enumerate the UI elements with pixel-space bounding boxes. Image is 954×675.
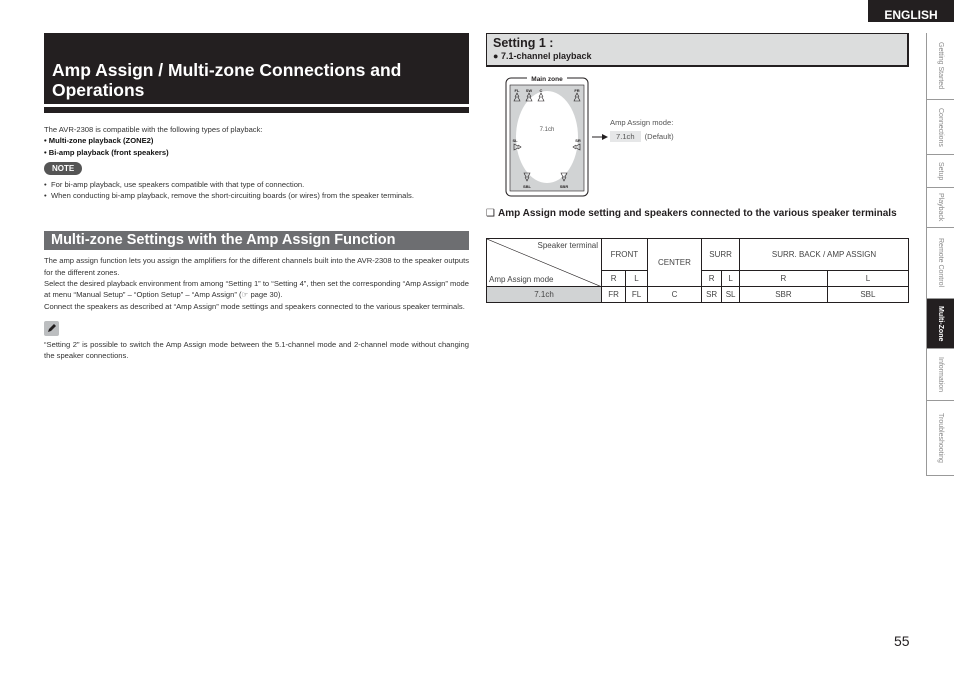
- page-number: 55: [894, 633, 910, 649]
- speaker-label-sbl: SBL: [523, 184, 532, 189]
- side-tab-setup[interactable]: Setup: [926, 155, 954, 188]
- playback-type-item: • Bi-amp playback (front speakers): [44, 147, 169, 157]
- tip-text: “Setting 2” is possible to switch the Am…: [44, 339, 469, 361]
- zone-label: Main zone: [531, 76, 563, 83]
- side-tab-information[interactable]: Information: [926, 349, 954, 401]
- pencil-icon: [44, 320, 59, 336]
- column-sub-header: R: [739, 270, 828, 287]
- intro-text: The AVR-2308 is compatible with the foll…: [44, 125, 263, 134]
- setting-subtitle: ● 7.1-channel playback: [493, 51, 592, 61]
- column-group-header: CENTER: [646, 238, 703, 287]
- note-badge: NOTE: [44, 161, 83, 175]
- column-sub-header: L: [625, 270, 648, 287]
- right-column: Setting 1 : ● 7.1-channel playback Main …: [486, 33, 910, 303]
- table-cell: FL: [625, 286, 648, 303]
- amp-assign-label: Amp Assign mode:: [610, 118, 674, 127]
- speaker-label-sw: SW: [526, 88, 533, 93]
- row-mode-cell: 7.1ch: [486, 286, 602, 303]
- column-group-header: FRONT: [601, 238, 648, 271]
- side-nav: Getting Started Connections Setup Playba…: [926, 33, 954, 476]
- amp-assign-value: 7.1ch (Default): [610, 131, 674, 142]
- speaker-label-sl: SL: [512, 138, 518, 143]
- amp-assign-table: Speaker terminal Amp Assign mode FRONT C…: [486, 238, 910, 303]
- corner-top-label: Speaker terminal: [537, 241, 598, 250]
- speaker-label-c: C: [540, 88, 543, 93]
- setting-title: Setting 1 :: [493, 36, 554, 50]
- language-tab: ENGLISH: [868, 0, 954, 22]
- table-cell: SBR: [739, 286, 828, 303]
- note-item: • When conducting bi-amp playback, remove…: [44, 191, 414, 201]
- side-tab-troubleshooting[interactable]: Troubleshooting: [926, 401, 954, 476]
- side-tab-remote-control[interactable]: Remote Control: [926, 228, 954, 299]
- table-cell: SR: [701, 286, 723, 303]
- corner-bottom-label: Amp Assign mode: [489, 275, 554, 284]
- arrow-right-icon: [592, 134, 608, 140]
- side-tab-connections[interactable]: Connections: [926, 100, 954, 155]
- table-cell: C: [646, 286, 703, 303]
- playback-type-item: • Multi-zone playback (ZONE2): [44, 136, 154, 146]
- page-title: Amp Assign / Multi-zone Connections and …: [44, 33, 469, 104]
- side-tab-playback[interactable]: Playback: [926, 188, 954, 228]
- table-row: 7.1ch FR FL C SR SL SBR SBL: [486, 286, 910, 303]
- side-tab-multi-zone[interactable]: Multi-Zone: [926, 299, 954, 349]
- speaker-label-fr: FR: [574, 88, 579, 93]
- page-title-line1: Amp Assign / Multi-zone Connections and: [52, 60, 402, 80]
- note-item: • For bi-amp playback, use speakers compa…: [44, 179, 305, 189]
- side-tab-getting-started[interactable]: Getting Started: [926, 33, 954, 100]
- setting-header: Setting 1 : ● 7.1-channel playback: [486, 33, 909, 67]
- checkbox-square-icon: ❑: [486, 208, 495, 219]
- table-cell: SBL: [826, 286, 910, 303]
- default-label: (Default): [644, 132, 674, 141]
- amp-assign-mode-chip: 7.1ch: [610, 131, 641, 142]
- column-sub-header: R: [701, 270, 723, 287]
- table-cell: SL: [721, 286, 741, 303]
- speaker-label-fl: FL: [515, 88, 520, 93]
- column-sub-header: L: [826, 270, 910, 287]
- page-title-line2: Operations: [52, 79, 145, 100]
- diagram-center-label: 7.1ch: [540, 127, 555, 133]
- table-corner-cell: Speaker terminal Amp Assign mode: [486, 238, 602, 287]
- column-group-header: SURR. BACK / AMP ASSIGN: [739, 238, 909, 271]
- table-cell: FR: [600, 286, 627, 303]
- speaker-label-sbr: SBR: [560, 184, 569, 189]
- table-heading: ❑ Amp Assign mode setting and speakers c…: [486, 208, 897, 219]
- title-divider: [44, 107, 469, 113]
- column-group-header: SURR: [701, 238, 741, 271]
- section-paragraph: The amp assign function lets you assign …: [44, 256, 469, 277]
- section-paragraph: Connect the speakers as described at “Am…: [44, 301, 465, 311]
- column-sub-header: L: [721, 270, 741, 287]
- left-column: Amp Assign / Multi-zone Connections and …: [44, 33, 469, 362]
- section-title: Multi-zone Settings with the Amp Assign …: [44, 231, 469, 251]
- speaker-diagram: Main zone 7.1ch FL SW C FR SL SR SBL SBR: [505, 73, 589, 197]
- column-sub-header: R: [600, 270, 627, 287]
- section-paragraph: Select the desired playback environment …: [44, 279, 469, 300]
- speaker-label-sr: SR: [575, 138, 581, 143]
